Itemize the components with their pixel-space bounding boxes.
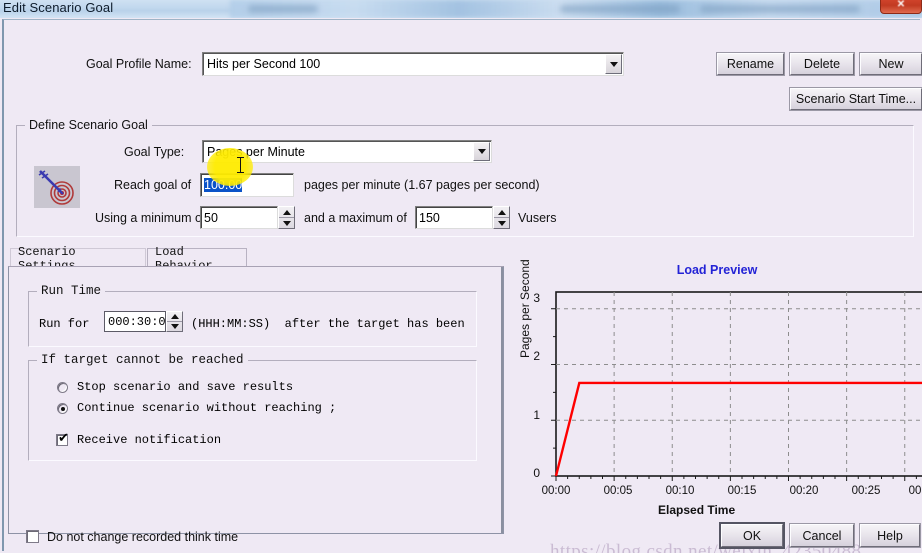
scenario-start-time-button[interactable]: Scenario Start Time... xyxy=(789,87,922,111)
tab-strip: Scenario Settings Load Behavior xyxy=(10,245,502,273)
radio-continue-scenario-label: Continue scenario without reaching ; xyxy=(77,401,337,415)
maximum-stepper-down[interactable] xyxy=(494,217,509,228)
run-for-label: Run for xyxy=(39,317,90,331)
minimum-stepper[interactable] xyxy=(278,206,295,229)
load-preview-chart: Load Preview Pages per Second Elapsed Ti… xyxy=(508,259,922,521)
close-icon: ✕ xyxy=(896,0,906,10)
run-time-title: Run Time xyxy=(37,284,106,298)
goal-type-label: Goal Type: xyxy=(124,145,185,159)
minimum-stepper-down[interactable] xyxy=(279,217,294,228)
ok-button[interactable]: OK xyxy=(719,522,785,549)
title-bar-smudge xyxy=(700,5,860,13)
cancel-button[interactable]: Cancel xyxy=(789,523,855,548)
vusers-label: Vusers xyxy=(518,211,557,225)
run-for-stepper-down[interactable] xyxy=(167,321,182,331)
close-button[interactable]: ✕ xyxy=(880,0,922,14)
chevron-down-icon[interactable] xyxy=(605,54,622,74)
reach-goal-suffix-label: pages per minute (1.67 pages per second) xyxy=(304,178,540,192)
maximum-label: and a maximum of xyxy=(304,211,407,225)
define-scenario-goal-title: Define Scenario Goal xyxy=(25,118,152,132)
goal-type-value: Pages per Minute xyxy=(207,144,305,159)
target-arrow-icon xyxy=(34,166,80,208)
reach-goal-input[interactable]: 100.00 xyxy=(200,173,294,197)
dialog-body: Goal Profile Name: Hits per Second 100 R… xyxy=(2,19,922,553)
minimum-input[interactable]: 50 xyxy=(200,206,278,229)
run-for-value: 000:30:0 xyxy=(108,314,166,329)
window-title: Edit Scenario Goal xyxy=(3,0,114,15)
panel-shadow xyxy=(501,267,503,533)
tab-scenario-settings[interactable]: Scenario Settings xyxy=(10,245,146,273)
chart-plot xyxy=(551,291,922,481)
maximum-value: 150 xyxy=(419,210,440,225)
minimum-label: Using a minimum of xyxy=(95,211,206,225)
radio-stop-scenario[interactable] xyxy=(57,382,68,393)
chevron-down-icon[interactable] xyxy=(473,142,490,161)
text-cursor-icon xyxy=(237,157,244,173)
reach-goal-value: 100.00 xyxy=(204,178,243,192)
radio-stop-scenario-label: Stop scenario and save results xyxy=(77,380,294,394)
title-bar: Edit Scenario Goal ✕ xyxy=(0,0,922,18)
do-not-change-think-time-checkbox[interactable] xyxy=(26,530,39,543)
radio-selected-dot xyxy=(61,407,65,411)
scenario-settings-panel: Run Time Run for 000:30:0 (HHH:MM:SS) af… xyxy=(8,266,504,534)
tab-load-behavior[interactable]: Load Behavior xyxy=(147,245,247,273)
receive-notification-label: Receive notification xyxy=(77,433,222,447)
edit-scenario-goal-window: Edit Scenario Goal ✕ Goal Profile Name: … xyxy=(0,0,922,553)
maximum-stepper-up[interactable] xyxy=(494,207,509,217)
title-bar-smudge xyxy=(248,5,318,13)
rename-button[interactable]: Rename xyxy=(716,52,785,76)
goal-profile-name-combo[interactable]: Hits per Second 100 xyxy=(202,52,624,76)
goal-profile-name-label: Goal Profile Name: xyxy=(86,57,192,71)
reach-goal-label: Reach goal of xyxy=(114,178,192,192)
run-for-stepper[interactable] xyxy=(166,311,183,332)
receive-notification-checkbox[interactable]: ✔ xyxy=(56,431,69,446)
maximum-input[interactable]: 150 xyxy=(415,206,493,229)
if-target-title: If target cannot be reached xyxy=(37,353,248,367)
run-for-suffix-label: (HHH:MM:SS) after the target has been xyxy=(191,317,465,331)
delete-button[interactable]: Delete xyxy=(789,52,855,76)
help-button[interactable]: Help xyxy=(859,523,921,548)
minimum-stepper-up[interactable] xyxy=(279,207,294,217)
maximum-stepper[interactable] xyxy=(493,206,510,229)
title-bar-smudge xyxy=(560,5,680,13)
goal-profile-name-value: Hits per Second 100 xyxy=(207,57,321,71)
goal-type-combo[interactable]: Pages per Minute xyxy=(202,140,492,163)
minimum-value: 50 xyxy=(204,210,218,225)
run-for-input[interactable]: 000:30:0 xyxy=(104,311,166,332)
run-for-stepper-up[interactable] xyxy=(167,312,182,321)
check-icon: ✔ xyxy=(58,431,69,446)
new-button[interactable]: New xyxy=(859,52,922,76)
radio-continue-scenario[interactable] xyxy=(57,403,68,414)
do-not-change-think-time-label: Do not change recorded think time xyxy=(47,530,239,544)
